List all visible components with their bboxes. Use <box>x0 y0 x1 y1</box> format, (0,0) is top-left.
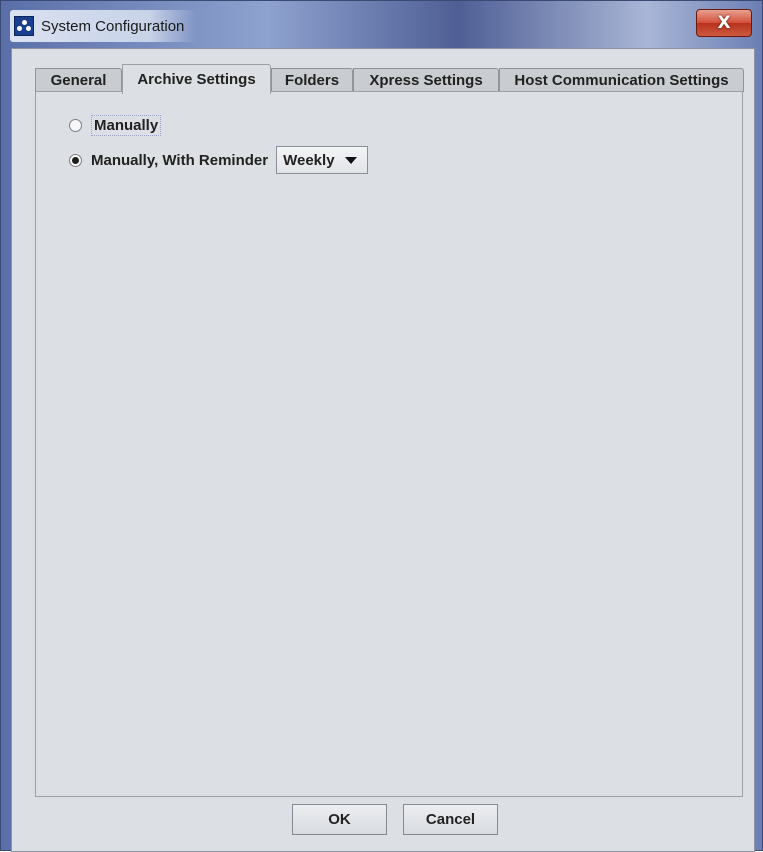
tab-archive-settings[interactable]: Archive Settings <box>122 64 271 94</box>
tab-host-communication-settings[interactable]: Host Communication Settings <box>499 68 744 92</box>
option-manually-with-reminder-label: Manually, With Reminder <box>91 151 269 169</box>
title-bar[interactable]: System Configuration X <box>1 1 762 47</box>
radio-manually-with-reminder[interactable] <box>69 153 82 167</box>
option-manually[interactable]: Manually <box>69 115 162 136</box>
reminder-frequency-value: Weekly <box>283 151 335 169</box>
dialog-content: General Archive Settings Folders Xpress … <box>11 48 755 852</box>
radio-manually[interactable] <box>69 119 82 132</box>
tab-folders[interactable]: Folders <box>271 68 353 92</box>
window-title: System Configuration <box>41 17 185 35</box>
ok-button[interactable]: OK <box>292 804 387 835</box>
chevron-down-icon <box>345 157 358 164</box>
cancel-button[interactable]: Cancel <box>403 804 498 835</box>
option-manually-with-reminder[interactable]: Manually, With Reminder Weekly <box>69 146 369 174</box>
option-manually-label: Manually <box>91 115 162 136</box>
close-icon: X <box>717 13 731 33</box>
archive-settings-panel: Manually Manually, With Reminder Weekly <box>35 91 743 797</box>
tab-xpress-settings[interactable]: Xpress Settings <box>353 68 499 92</box>
app-icon <box>14 16 34 36</box>
system-configuration-window: System Configuration X General Archive S… <box>0 0 763 852</box>
title-area: System Configuration <box>10 10 197 42</box>
reminder-frequency-select[interactable]: Weekly <box>276 146 369 174</box>
tab-general[interactable]: General <box>35 68 122 92</box>
close-button[interactable]: X <box>696 9 752 37</box>
tab-bar: General Archive Settings Folders Xpress … <box>35 64 745 94</box>
